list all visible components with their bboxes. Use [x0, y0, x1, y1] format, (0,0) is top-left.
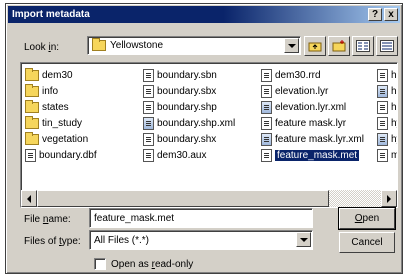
- list-item[interactable]: dem30: [25, 67, 97, 83]
- folder-icon: [92, 38, 106, 51]
- folder-icon: [25, 115, 39, 129]
- new-folder-button[interactable]: [328, 36, 350, 56]
- dialog-title: Import metadata: [12, 9, 90, 20]
- scrollbar-thumb[interactable]: [37, 190, 329, 207]
- list-item[interactable]: boundary.shp: [143, 99, 235, 115]
- help-button[interactable]: ?: [368, 8, 382, 21]
- list-item[interactable]: hyd: [377, 131, 397, 147]
- file-icon: [377, 100, 388, 114]
- close-button[interactable]: x: [384, 8, 398, 21]
- folder-icon: [25, 131, 39, 145]
- horizontal-scrollbar[interactable]: [21, 190, 397, 207]
- file-icon: [261, 84, 272, 98]
- list-item[interactable]: tin_study: [25, 115, 97, 131]
- metadata-file-icon: [261, 100, 272, 114]
- file-icon: [143, 132, 154, 146]
- list-item[interactable]: hyd: [377, 115, 397, 131]
- file-icon: [261, 148, 272, 162]
- details-view-button[interactable]: [376, 36, 398, 56]
- chevron-down-icon: [287, 43, 296, 48]
- list-item[interactable]: ma: [377, 147, 397, 163]
- file-name-label: File name:: [24, 214, 71, 225]
- arrow-left-icon: [27, 194, 31, 203]
- chevron-down-icon: [299, 237, 308, 242]
- read-only-label[interactable]: Open as read-only: [111, 259, 193, 270]
- list-item[interactable]: boundary.shp.xml: [143, 115, 235, 131]
- file-icon: [377, 116, 388, 130]
- metadata-file-icon: [377, 84, 388, 98]
- file-name-input[interactable]: feature_mask.met: [89, 208, 313, 228]
- list-item[interactable]: dem30.rrd: [261, 67, 364, 83]
- list-item[interactable]: elevation.lyr.xml: [261, 99, 364, 115]
- scroll-left-button[interactable]: [21, 190, 37, 207]
- file-list[interactable]: dem30 info states tin_study vegetation b…: [20, 62, 398, 208]
- look-in-value: Yellowstone: [110, 40, 164, 51]
- list-item[interactable]: hills: [377, 67, 397, 83]
- file-icon: [377, 68, 388, 82]
- file-icon: [261, 116, 272, 130]
- list-item[interactable]: dem30.aux: [143, 147, 235, 163]
- file-column: boundary.sbn boundary.sbx boundary.shp b…: [143, 67, 235, 163]
- list-view-button[interactable]: [352, 36, 374, 56]
- list-item[interactable]: hills: [377, 83, 397, 99]
- list-item[interactable]: boundary.shx: [143, 131, 235, 147]
- arrow-right-icon: [387, 194, 391, 203]
- file-icon: [25, 148, 36, 162]
- list-item[interactable]: boundary.sbx: [143, 83, 235, 99]
- file-icon: [261, 68, 272, 82]
- title-bar[interactable]: Import metadata ? x: [8, 6, 400, 23]
- metadata-file-icon: [377, 132, 388, 146]
- look-in-dropdown[interactable]: Yellowstone: [87, 36, 301, 55]
- file-column: dem30 info states tin_study vegetation b…: [25, 67, 97, 163]
- folder-icon: [25, 83, 39, 97]
- look-in-label: Look in:: [24, 42, 60, 53]
- metadata-file-icon: [143, 116, 154, 130]
- file-icon: [377, 148, 388, 162]
- list-item[interactable]: feature mask.lyr: [261, 115, 364, 131]
- list-item[interactable]: boundary.sbn: [143, 67, 235, 83]
- file-type-label: Files of type:: [24, 236, 81, 247]
- list-item[interactable]: hills: [377, 99, 397, 115]
- list-item[interactable]: vegetation: [25, 131, 97, 147]
- list-item-selected[interactable]: feature_mask.met: [261, 147, 364, 163]
- up-one-level-button[interactable]: [304, 36, 326, 56]
- file-icon: [143, 100, 154, 114]
- details-view-icon: [380, 40, 394, 52]
- list-item[interactable]: states: [25, 99, 97, 115]
- file-type-dropdown[interactable]: All Files (*.*): [89, 230, 313, 250]
- dropdown-arrow-button[interactable]: [284, 38, 299, 53]
- up-folder-icon: [308, 42, 322, 52]
- read-only-checkbox[interactable]: [94, 258, 106, 270]
- scroll-right-button[interactable]: [381, 190, 397, 207]
- title-buttons: ? x: [368, 8, 398, 21]
- folder-icon: [25, 99, 39, 113]
- new-folder-icon: [332, 40, 346, 52]
- file-column: dem30.rrd elevation.lyr elevation.lyr.xm…: [261, 67, 364, 163]
- list-view-icon: [356, 40, 370, 52]
- file-icon: [143, 148, 154, 162]
- metadata-file-icon: [261, 132, 272, 146]
- list-item[interactable]: elevation.lyr: [261, 83, 364, 99]
- list-item[interactable]: feature mask.lyr.xml: [261, 131, 364, 147]
- file-column: hills hills hills hyd hyd ma: [377, 67, 397, 163]
- import-metadata-dialog: Import metadata ? x Look in: Yellowstone: [5, 3, 403, 274]
- open-button[interactable]: Open: [338, 207, 396, 230]
- dropdown-arrow-button[interactable]: [296, 232, 311, 247]
- file-icon: [143, 68, 154, 82]
- list-item[interactable]: boundary.dbf: [25, 147, 97, 163]
- folder-icon: [25, 67, 39, 81]
- list-item[interactable]: info: [25, 83, 97, 99]
- cancel-button[interactable]: Cancel: [339, 232, 395, 253]
- file-icon: [143, 84, 154, 98]
